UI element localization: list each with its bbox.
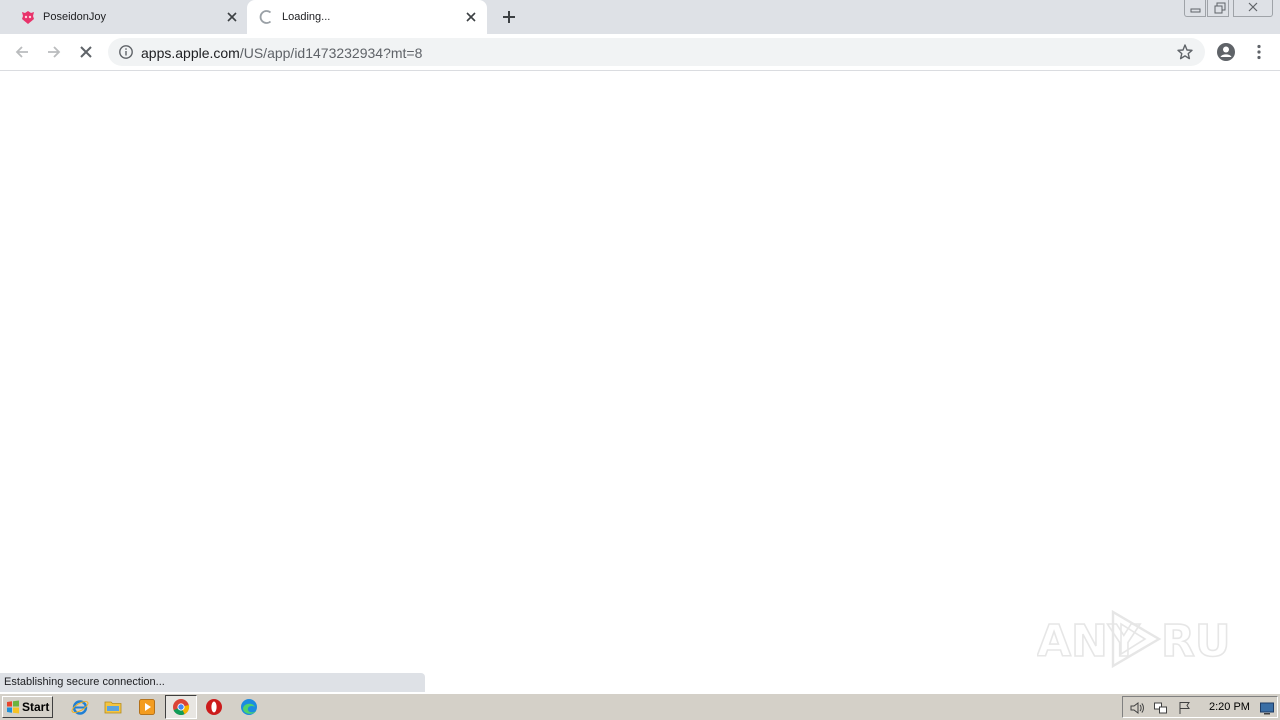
chrome-icon [173,699,190,715]
url-text[interactable]: apps.apple.com/US/app/id1473232934?mt=8 [141,45,422,61]
browser-toolbar: apps.apple.com/US/app/id1473232934?mt=8 [0,34,1280,71]
close-tab-icon[interactable] [224,9,240,25]
opera-icon[interactable] [205,698,223,716]
tab-title: Loading... [282,11,331,23]
close-window-icon [1248,2,1258,12]
close-window-button[interactable] [1233,0,1273,17]
url-path: /US/app/id1473232934?mt=8 [239,45,423,61]
action-center-flag-icon[interactable] [1177,700,1193,716]
back-icon[interactable] [12,42,32,62]
forward-icon[interactable] [44,42,64,62]
minimize-button[interactable] [1184,0,1206,17]
url-host: apps.apple.com [141,45,240,61]
restore-icon [1214,2,1226,14]
taskbar: Start 2:20 PM [0,693,1280,720]
status-bubble: Establishing secure connection... [0,673,425,692]
internet-explorer-icon[interactable] [71,698,89,716]
tab-poseidonjoy[interactable]: PoseidonJoy [0,0,247,34]
chrome-taskbar-button[interactable] [165,695,197,719]
network-icon[interactable] [1153,700,1169,716]
tab-loading[interactable]: Loading... [247,0,487,34]
system-tray: 2:20 PM [1122,696,1278,718]
show-desktop-icon[interactable] [1259,700,1275,716]
page-content [0,72,1280,692]
restore-button[interactable] [1207,0,1229,17]
tab-strip: PoseidonJoy Loading... [0,0,1280,34]
windows-logo-icon [7,700,19,714]
minimize-icon [1190,8,1201,13]
media-player-icon[interactable] [138,698,156,716]
volume-icon[interactable] [1129,700,1145,716]
tab-title: PoseidonJoy [43,11,106,23]
stop-loading-icon[interactable] [76,42,96,62]
anyrun-watermark: ANY RUN [1037,609,1233,669]
edge-icon[interactable] [240,698,258,716]
address-bar[interactable]: apps.apple.com/US/app/id1473232934?mt=8 [108,38,1205,66]
poseidonjoy-favicon [22,11,34,24]
watermark-text-right: RUN [1161,616,1233,667]
profile-avatar-icon[interactable] [1216,42,1236,62]
start-label: Start [22,700,50,714]
bookmark-star-icon[interactable] [1176,43,1194,61]
new-tab-icon[interactable] [499,7,519,27]
file-explorer-icon[interactable] [104,698,122,716]
close-tab-icon[interactable] [463,9,479,25]
site-info-icon[interactable] [118,44,134,60]
loading-spinner-icon [259,10,272,24]
menu-kebab-icon[interactable] [1249,42,1269,62]
clock[interactable]: 2:20 PM [1209,701,1250,713]
start-button[interactable]: Start [2,696,53,718]
